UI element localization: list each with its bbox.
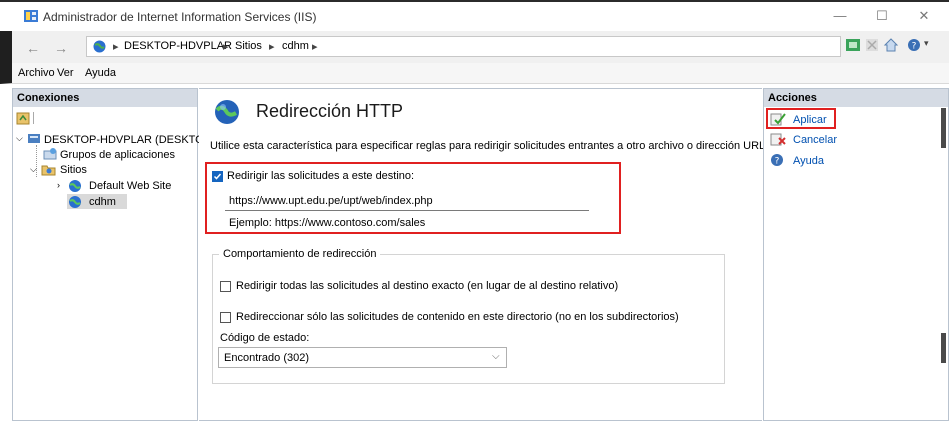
scrollbar-thumb-lower[interactable] [941,333,946,363]
menu-ver[interactable]: Ver [57,67,74,79]
breadcrumb-server[interactable]: DESKTOP-HDVPLAR [124,40,232,52]
breadcrumb-separator-icon: ▸ [269,41,275,53]
actions-pane: Acciones [763,88,949,421]
stop-icon[interactable] [865,38,879,52]
actions-header: Acciones [764,89,948,107]
breadcrumb-separator-icon: ▸ [312,41,318,53]
apply-action[interactable]: Aplicar [793,114,827,126]
sites-folder-icon [41,165,56,176]
breadcrumb[interactable]: ▸ DESKTOP-HDVPLAR ▸ Sitios ▸ cdhm ▸ [86,36,841,57]
breadcrumb-separator-icon: ▸ [223,41,229,53]
actions-scrollbar[interactable] [940,108,948,421]
destination-example: Ejemplo: https://www.contoso.com/sales [229,217,426,229]
help-action[interactable]: Ayuda [793,155,824,167]
connections-pane: Conexiones ⌵ DESKTOP-HDVPLAR (DESKTO Gru… [12,88,204,421]
toolbar-separator [33,112,34,124]
app-pool-icon [43,148,57,160]
menu-bar: Archivo Ver Ayuda [0,63,949,84]
exact-destination-label[interactable]: Redirigir todas las solicitudes al desti… [236,280,618,292]
minimize-button[interactable]: — [830,8,850,26]
breadcrumb-site[interactable]: cdhm [282,40,309,52]
window-title: Administrador de Internet Information Se… [43,10,317,24]
forward-icon[interactable]: → [54,40,68,56]
status-code-label: Código de estado: [220,332,310,344]
redirect-checkbox-label[interactable]: Redirigir las solicitudes a este destino… [227,170,414,182]
destination-url-input[interactable] [225,191,589,211]
breadcrumb-separator-icon: ▸ [113,41,119,53]
exact-destination-checkbox[interactable] [220,281,231,292]
chevron-down-icon: ⌵ [492,351,500,362]
only-content-label[interactable]: Redireccionar sólo las solicitudes de co… [236,311,679,323]
breadcrumb-sites[interactable]: Sitios [235,40,262,52]
only-content-checkbox[interactable] [220,312,231,323]
start-page-icon[interactable] [16,111,30,125]
redirect-checkbox[interactable] [212,171,223,182]
tree-default-site[interactable]: Default Web Site [89,180,171,192]
redirect-behavior-title: Comportamiento de redirección [219,248,381,260]
apply-icon [770,113,786,126]
status-code-value: Encontrado (302) [224,352,309,364]
page-description: Utilice esta característica para especif… [210,140,769,152]
page-title: Redirección HTTP [256,101,404,121]
menu-ayuda[interactable]: Ayuda [85,67,116,79]
connect-icon[interactable] [845,38,861,52]
cancel-action[interactable]: Cancelar [793,134,837,146]
cancel-icon [770,133,786,146]
close-button[interactable]: ✕ [914,8,934,26]
connections-header: Conexiones [13,89,197,107]
help-icon[interactable]: ? [907,38,921,52]
iis-app-icon [24,10,38,22]
expand-sites-icon[interactable]: ⌵ [30,164,37,175]
http-redirect-globe-icon [215,100,239,124]
tree-app-pools[interactable]: Grupos de aplicaciones [60,149,175,161]
address-bar: ← → ▸ DESKTOP-HDVPLAR ▸ Sitios ▸ cdhm ▸ [0,31,949,63]
help-dropdown-icon[interactable]: ▾ [924,38,929,49]
default-site-globe-icon [69,180,81,192]
server-icon [28,134,40,143]
back-icon[interactable]: ← [26,40,40,56]
expand-server-icon[interactable]: ⌵ [16,133,23,144]
tree-selected-site[interactable]: cdhm [89,196,116,208]
title-bar: Administrador de Internet Information Se… [0,0,949,31]
checkmark-icon [213,173,222,180]
globe-icon [93,40,106,53]
scrollbar-thumb[interactable] [941,108,946,148]
status-code-select[interactable]: Encontrado (302) ⌵ [218,347,507,368]
tree-sites[interactable]: Sitios [60,164,87,176]
home-icon[interactable] [883,38,899,52]
help-action-icon: ? [771,154,783,167]
site-globe-icon [69,196,81,208]
tree-server[interactable]: DESKTOP-HDVPLAR (DESKTO [44,134,204,146]
maximize-button[interactable]: ☐ [872,8,892,26]
expand-default-site-icon[interactable]: › [57,180,60,190]
svg-text:?: ? [775,157,780,167]
svg-text:?: ? [912,42,917,52]
menu-archivo[interactable]: Archivo [18,67,55,79]
